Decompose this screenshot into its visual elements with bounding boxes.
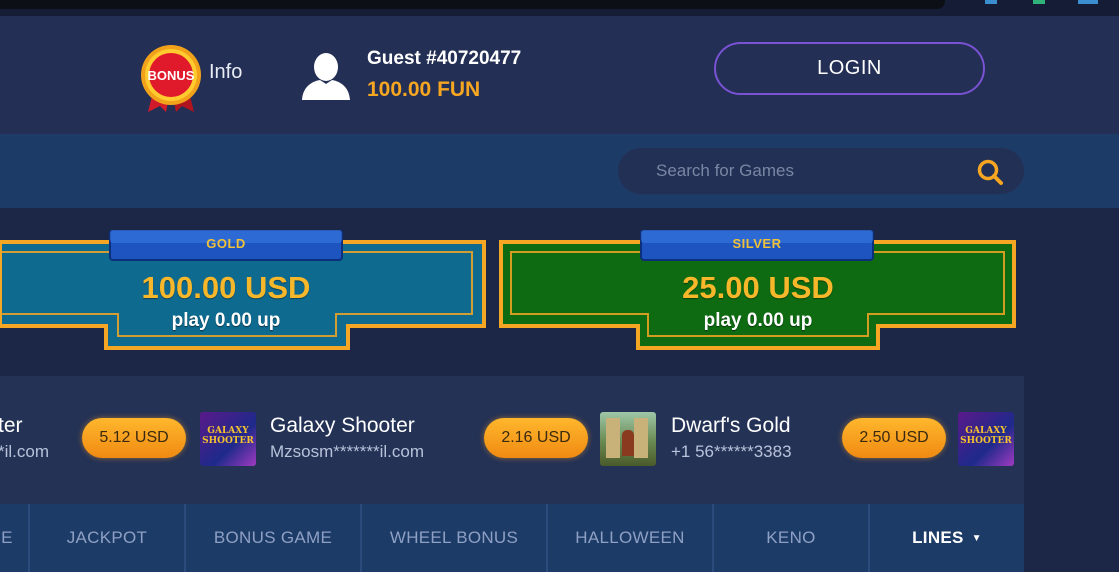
tab-keno[interactable]: KENO (712, 504, 868, 572)
jackpot-gold-label: GOLD (206, 236, 246, 251)
bonus-badge-icon[interactable]: BONUS (138, 44, 204, 114)
category-nav: E JACKPOT BONUS GAME WHEEL BONUS HALLOWE… (0, 504, 1024, 572)
search-bar (0, 134, 1119, 208)
tab-partial[interactable]: E (0, 504, 28, 572)
thumbnail-title: GALAXY SHOOTER (202, 426, 254, 446)
search-box (618, 148, 1024, 194)
thumbnail-pillar-icon (606, 418, 620, 458)
tab-lines-label: LINES (912, 528, 964, 547)
user-avatar-icon (302, 53, 350, 100)
jackpot-silver-play: play 0.00 up (703, 310, 813, 331)
guest-name: Guest #40720477 (367, 48, 522, 69)
bonus-badge-text: BONUS (148, 68, 195, 83)
tab-wheel-bonus[interactable]: WHEEL BONUS (360, 504, 546, 572)
chevron-down-icon: ▼ (971, 532, 982, 544)
thumbnail-pillar-icon (634, 418, 648, 458)
right-gutter (1024, 208, 1119, 572)
winner-game-name: ter (0, 414, 23, 437)
thumbnail-title: GALAXY SHOOTER (960, 426, 1012, 446)
header: BONUS Info Guest #40720477 100.00 FUN LO… (0, 16, 1119, 134)
tab-halloween[interactable]: HALLOWEEN (546, 504, 712, 572)
jackpot-silver[interactable]: SILVER 25.00 USD play 0.00 up (498, 230, 1018, 352)
winner-user: Mzsosm*******il.com (270, 442, 424, 461)
tab-indicator-icon (1078, 0, 1098, 4)
window-bar (0, 0, 945, 9)
winner-user: *il.com (0, 442, 50, 461)
search-input[interactable] (656, 148, 966, 194)
winner-amount-pill: 2.16 USD (484, 418, 588, 458)
tab-lines[interactable]: LINES ▼ (868, 504, 1024, 572)
bonus-info-link[interactable]: Info (209, 61, 242, 84)
tab-bonus-game[interactable]: BONUS GAME (184, 504, 360, 572)
winner-game-name: Dwarf's Gold (671, 414, 791, 437)
browser-top-strip (0, 0, 1119, 16)
casino-page: BONUS Info Guest #40720477 100.00 FUN LO… (0, 0, 1119, 572)
search-icon[interactable] (976, 158, 1004, 186)
winner-amount-pill: 5.12 USD (82, 418, 186, 458)
tab-indicator-icon (1033, 0, 1045, 4)
jackpot-silver-amount: 25.00 USD (682, 270, 834, 305)
galaxy-shooter-thumbnail[interactable]: GALAXY SHOOTER (958, 412, 1014, 466)
recent-winners-ticker: ter *il.com 5.12 USD GALAXY SHOOTER Gala… (0, 376, 1024, 504)
thumbnail-dwarf-icon (622, 430, 634, 456)
winner-amount-pill: 2.50 USD (842, 418, 946, 458)
dwarfs-gold-thumbnail[interactable] (600, 412, 656, 466)
jackpot-silver-label: SILVER (732, 236, 782, 251)
tab-indicator-icon (985, 0, 997, 4)
jackpot-gold-play: play 0.00 up (171, 310, 281, 331)
jackpot-gold-amount: 100.00 USD (141, 270, 311, 305)
winner-user: +1 56******3383 (671, 442, 792, 461)
login-button[interactable]: LOGIN (714, 42, 985, 95)
guest-balance: 100.00 FUN (367, 78, 481, 101)
winner-game-name: Galaxy Shooter (270, 414, 415, 437)
tab-jackpot[interactable]: JACKPOT (28, 504, 184, 572)
galaxy-shooter-thumbnail[interactable]: GALAXY SHOOTER (200, 412, 256, 466)
jackpot-gold[interactable]: GOLD 100.00 USD play 0.00 up (0, 230, 486, 352)
